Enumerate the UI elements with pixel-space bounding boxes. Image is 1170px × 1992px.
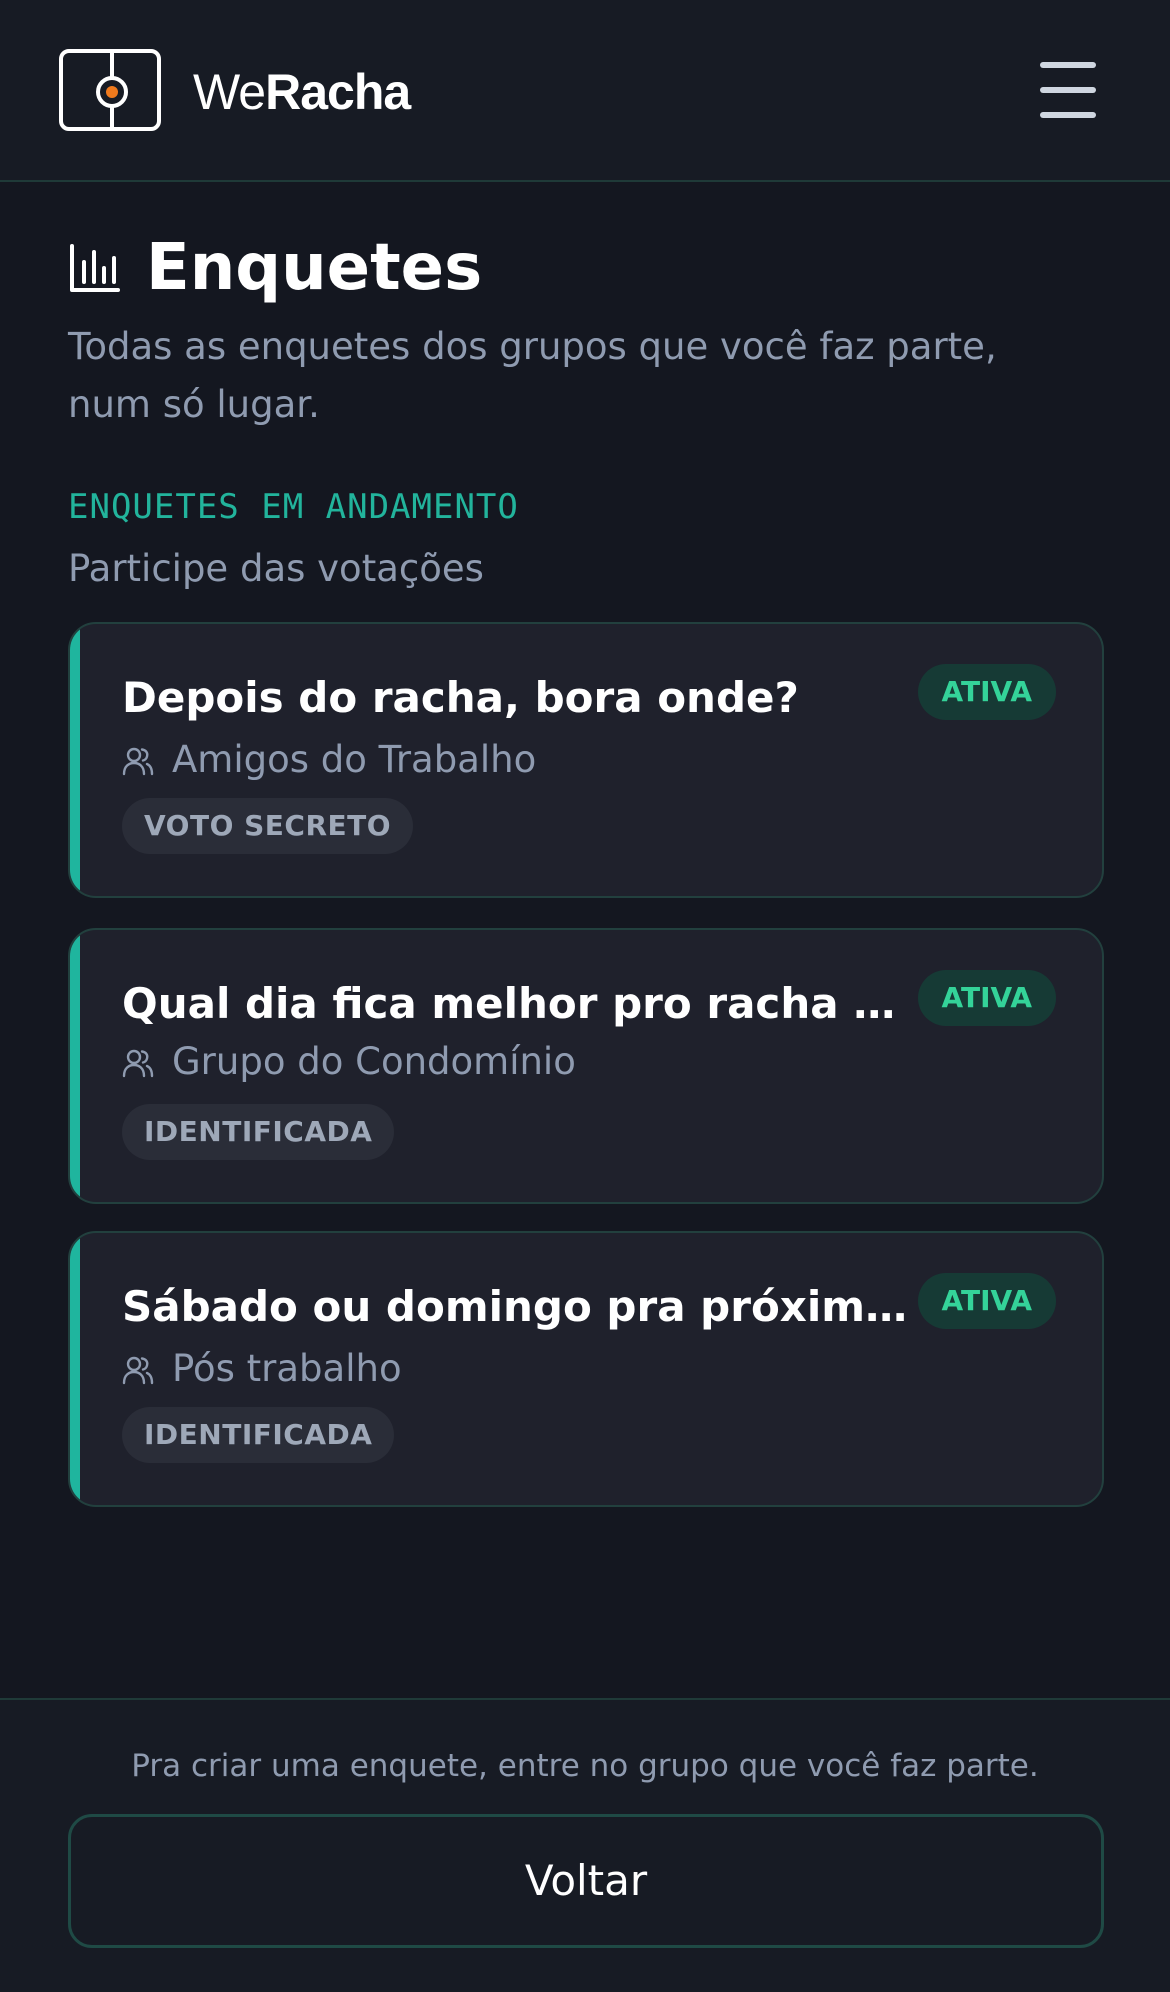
poll-card[interactable]: Qual dia fica melhor pro racha do c... A… bbox=[68, 928, 1104, 1204]
hamburger-menu-icon[interactable] bbox=[1036, 62, 1098, 118]
users-icon bbox=[122, 1049, 154, 1078]
card-accent-bar bbox=[70, 930, 80, 1202]
poll-card[interactable]: Depois do racha, bora onde? ATIVA Amigos… bbox=[68, 622, 1104, 898]
users-icon bbox=[122, 1356, 154, 1385]
soccer-field-icon[interactable] bbox=[59, 49, 161, 131]
group-name: Grupo do Condomínio bbox=[172, 1040, 576, 1083]
poll-title: Depois do racha, bora onde? bbox=[122, 673, 799, 722]
poll-title: Qual dia fica melhor pro racha do c... bbox=[122, 979, 912, 1028]
vote-type-chip: IDENTIFICADA bbox=[122, 1104, 395, 1160]
vote-type-chip: IDENTIFICADA bbox=[122, 1407, 395, 1463]
card-accent-bar bbox=[70, 624, 80, 896]
page-subtitle: Todas as enquetes dos grupos que você fa… bbox=[68, 325, 997, 426]
bar-chart-icon bbox=[70, 244, 120, 292]
group-name: Pós trabalho bbox=[172, 1347, 402, 1390]
page-title: Enquetes bbox=[146, 231, 483, 305]
status-badge: ATIVA bbox=[917, 1273, 1056, 1329]
brand-name[interactable]: WeRacha bbox=[193, 62, 411, 122]
vote-type-chip: VOTO SECRETO bbox=[122, 798, 414, 854]
section-label: ENQUETES EM ANDAMENTO bbox=[68, 487, 519, 527]
page-footer: Pra criar uma enquete, entre no grupo qu… bbox=[0, 1698, 1170, 1992]
status-badge: ATIVA bbox=[917, 664, 1056, 720]
poll-title: Sábado ou domingo pra próxima p... bbox=[122, 1282, 912, 1331]
footer-note: Pra criar uma enquete, entre no grupo qu… bbox=[131, 1748, 1039, 1784]
app-header: WeRacha bbox=[0, 0, 1170, 182]
card-accent-bar bbox=[70, 1233, 80, 1505]
users-icon bbox=[122, 747, 154, 776]
section-subtitle: Participe das votações bbox=[68, 547, 484, 590]
status-badge: ATIVA bbox=[917, 970, 1056, 1026]
poll-card[interactable]: Sábado ou domingo pra próxima p... ATIVA… bbox=[68, 1231, 1104, 1507]
back-button[interactable]: Voltar bbox=[68, 1814, 1104, 1948]
group-name: Amigos do Trabalho bbox=[172, 738, 537, 781]
